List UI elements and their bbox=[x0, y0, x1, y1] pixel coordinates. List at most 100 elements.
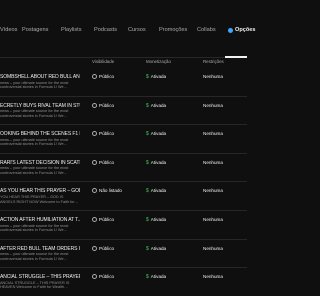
column-header-monetization[interactable]: Monetização bbox=[146, 59, 171, 64]
video-title[interactable]: ANCIAL STRUGGLE – THIS PRAYER I... bbox=[0, 274, 80, 280]
eye-off-icon bbox=[92, 188, 97, 194]
video-row[interactable]: AS YOU HEAR THIS PRAYER – GOD IS... YOU … bbox=[0, 182, 247, 211]
tab-posts[interactable]: Postagens bbox=[22, 27, 48, 33]
video-description-line: controversial stories in Formula 1! We… bbox=[0, 113, 68, 118]
globe-icon bbox=[92, 131, 97, 137]
visibility-cell[interactable]: Público bbox=[92, 217, 114, 222]
content-tabs: Vídeos Postagens Playlists Podcasts Curs… bbox=[0, 0, 256, 58]
visibility-value: Não listado bbox=[99, 188, 122, 194]
options-icon bbox=[228, 28, 233, 33]
video-description-line: news – your ultimate source for the most bbox=[0, 137, 69, 142]
monetization-cell[interactable]: $ Ativada bbox=[146, 131, 166, 137]
monetization-cell[interactable]: $ Ativada bbox=[146, 217, 166, 223]
monetization-value: Ativada bbox=[150, 188, 167, 194]
restrictions-value: Nenhuma bbox=[203, 188, 223, 194]
video-description: ANCIAL STRUGGLE – THIS PRAYER IS HEAVEN W… bbox=[0, 281, 80, 291]
visibility-cell[interactable]: Público bbox=[92, 159, 115, 165]
video-description-line: controversial stories in Formula 1! We… bbox=[0, 256, 68, 261]
video-row[interactable]: AFTER RED BULL TEAM ORDERS IN ... news –… bbox=[0, 240, 247, 269]
tab-videos[interactable]: Vídeos bbox=[0, 27, 17, 33]
monetization-value: Ativada bbox=[150, 245, 167, 251]
video-description: news – your ultimate source for the most… bbox=[0, 81, 80, 91]
video-title[interactable]: OOKING BEHIND THE SCENES F1 DRA... bbox=[0, 131, 80, 137]
video-description-line: controversial stories in Formula 1! We… bbox=[0, 228, 68, 233]
column-header-visibility[interactable]: Visibilidade bbox=[92, 59, 114, 64]
visibility-cell[interactable]: Não listado bbox=[92, 188, 122, 194]
video-description-line: news – your ultimate source for the most bbox=[0, 80, 69, 85]
video-title[interactable]: SOMBSHELL ABOUT RED BULL AND S... bbox=[0, 74, 80, 80]
restrictions-value: Nenhuma bbox=[203, 245, 223, 251]
restrictions-value: Nenhuma bbox=[203, 131, 223, 137]
monetization-cell[interactable]: $ Ativada bbox=[146, 246, 166, 252]
video-title[interactable]: ACTION AFTER HUMILIATION AT T... bbox=[0, 217, 80, 223]
video-description-line: HEAVEN Welcome to Faith for Wealth… bbox=[0, 285, 68, 290]
dollar-icon: $ bbox=[146, 245, 149, 252]
globe-icon bbox=[92, 217, 97, 222]
video-row[interactable]: ANCIAL STRUGGLE – THIS PRAYER I... ANCIA… bbox=[0, 268, 247, 296]
dollar-icon: $ bbox=[146, 274, 149, 281]
video-title[interactable]: AFTER RED BULL TEAM ORDERS IN ... bbox=[0, 246, 80, 252]
video-description-line: YOU HEAR THIS PRAYER – GOD IS bbox=[0, 194, 64, 199]
video-description-line: news – your ultimate source for the most bbox=[0, 109, 69, 114]
monetization-value: Ativada bbox=[150, 159, 167, 165]
video-row[interactable]: ECRETLY BUYS RIVAL TEAM IN STUN... news … bbox=[0, 97, 247, 126]
video-row[interactable]: ACTION AFTER HUMILIATION AT T... news – … bbox=[0, 211, 247, 240]
visibility-value: Público bbox=[99, 131, 115, 137]
globe-icon bbox=[92, 274, 97, 280]
monetization-value: Ativada bbox=[150, 274, 167, 280]
tab-playlists[interactable]: Playlists bbox=[61, 27, 82, 33]
restrictions-value: Nenhuma bbox=[203, 159, 223, 165]
tab-courses[interactable]: Cursos bbox=[128, 27, 146, 33]
visibility-cell[interactable]: Público bbox=[92, 131, 115, 137]
video-row[interactable]: SOMBSHELL ABOUT RED BULL AND S... news –… bbox=[0, 68, 247, 97]
monetization-cell[interactable]: $ Ativada bbox=[146, 188, 166, 194]
dollar-icon: $ bbox=[146, 188, 149, 195]
visibility-cell[interactable]: Público bbox=[92, 102, 115, 108]
dollar-icon: $ bbox=[146, 131, 149, 138]
video-title[interactable]: ECRETLY BUYS RIVAL TEAM IN STUN... bbox=[0, 103, 80, 109]
monetization-cell[interactable]: $ Ativada bbox=[146, 160, 166, 166]
tab-options[interactable]: Opções bbox=[235, 27, 256, 33]
video-description-line: news – your ultimate source for the most bbox=[0, 252, 69, 257]
video-title[interactable]: AS YOU HEAR THIS PRAYER – GOD IS... bbox=[0, 188, 80, 194]
dollar-icon: $ bbox=[146, 74, 149, 80]
visibility-value: Público bbox=[99, 102, 115, 108]
tab-podcasts[interactable]: Podcasts bbox=[94, 27, 117, 33]
visibility-cell[interactable]: Público bbox=[92, 274, 115, 280]
globe-icon bbox=[92, 74, 97, 79]
video-description-line: ANCIAL STRUGGLE – THIS PRAYER IS bbox=[0, 280, 70, 285]
visibility-cell[interactable]: Público bbox=[92, 74, 114, 79]
column-header-restrictions[interactable]: Restrições bbox=[203, 59, 224, 64]
visibility-value: Público bbox=[99, 245, 115, 251]
restrictions-value: Nenhuma bbox=[203, 74, 223, 79]
visibility-value: Público bbox=[99, 159, 115, 165]
restrictions-value: Nenhuma bbox=[203, 217, 223, 222]
video-description-line: news – your ultimate source for the most bbox=[0, 166, 69, 171]
monetization-value: Ativada bbox=[150, 217, 167, 222]
video-row[interactable]: OOKING BEHIND THE SCENES F1 DRA... news … bbox=[0, 125, 247, 154]
video-title[interactable]: RARI'S LATEST DECISION IN SCATHI... bbox=[0, 160, 80, 166]
dollar-icon: $ bbox=[146, 102, 149, 109]
visibility-value: Público bbox=[99, 274, 115, 280]
video-description: news – your ultimate source for the most… bbox=[0, 252, 80, 262]
video-description-line: news – your ultimate source for the most bbox=[0, 223, 69, 228]
visibility-value: Público bbox=[99, 74, 115, 79]
video-description-line: controversial stories in Formula 1! We… bbox=[0, 171, 68, 176]
tab-collabs[interactable]: Collabs bbox=[197, 27, 216, 33]
visibility-cell[interactable]: Público bbox=[92, 245, 115, 251]
monetization-value: Ativada bbox=[150, 102, 167, 108]
video-description: YOU HEAR THIS PRAYER – GOD IS ANGELS RIGH… bbox=[0, 195, 80, 205]
monetization-cell[interactable]: $ Ativada bbox=[146, 74, 166, 80]
monetization-value: Ativada bbox=[150, 131, 167, 137]
video-description: news – your ultimate source for the most… bbox=[0, 224, 80, 234]
tab-promotions[interactable]: Promoções bbox=[159, 27, 187, 33]
restrictions-value: Nenhuma bbox=[203, 102, 223, 108]
active-tab-indicator bbox=[225, 56, 247, 58]
globe-icon bbox=[92, 159, 97, 165]
monetization-cell[interactable]: $ Ativada bbox=[146, 103, 166, 109]
video-row[interactable]: RARI'S LATEST DECISION IN SCATHI... news… bbox=[0, 154, 247, 183]
video-description: news – your ultimate source for the most… bbox=[0, 109, 80, 119]
restrictions-value: Nenhuma bbox=[203, 274, 223, 280]
monetization-cell[interactable]: $ Ativada bbox=[146, 274, 166, 280]
visibility-value: Público bbox=[99, 217, 115, 222]
